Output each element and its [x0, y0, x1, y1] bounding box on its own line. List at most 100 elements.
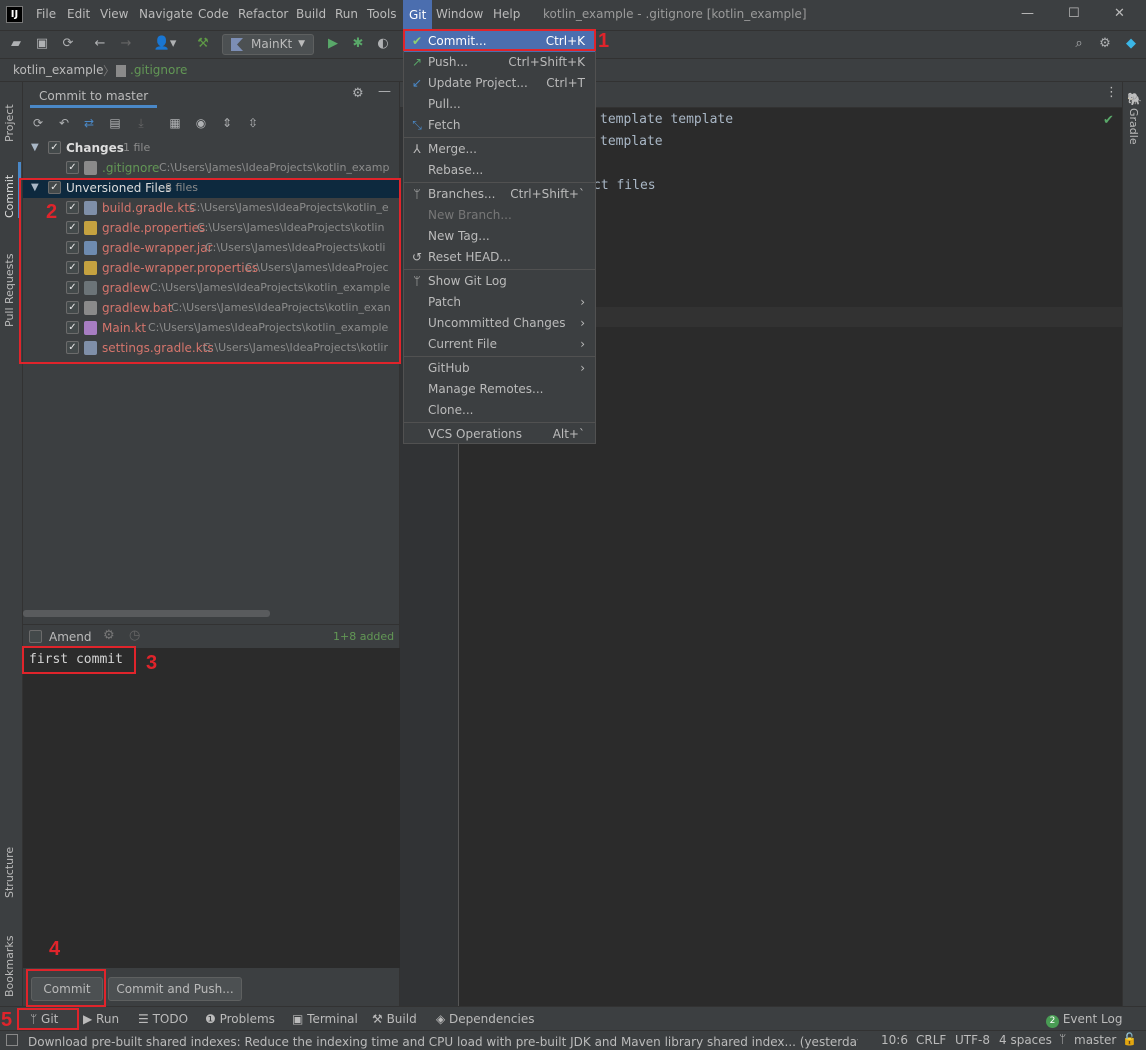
toggle-tool-windows-icon[interactable] — [6, 1034, 18, 1046]
clock-icon[interactable]: ◷ — [129, 628, 140, 643]
menu-item-uncommitted-changes[interactable]: Uncommitted Changes › — [404, 313, 595, 334]
menu-item-reset-head[interactable]: ↺ Reset HEAD... — [404, 247, 595, 268]
file-checkbox[interactable]: ✓ — [66, 161, 79, 174]
indent-setting[interactable]: 4 spaces — [999, 1033, 1052, 1047]
tab-gradle[interactable]: Gradle — [1127, 108, 1140, 145]
collapse-all-icon[interactable]: ⇳ — [244, 114, 262, 132]
caret-position[interactable]: 10:6 — [881, 1033, 908, 1047]
coverage-icon[interactable]: ◐ — [374, 35, 392, 53]
gear-icon[interactable]: ⚙ — [1096, 35, 1114, 53]
menu-item-clone[interactable]: Clone... — [404, 400, 595, 421]
tab-bookmarks[interactable]: Bookmarks — [3, 917, 21, 997]
tab-project[interactable]: Project — [3, 90, 21, 142]
gear-icon[interactable]: ⚙ — [103, 628, 115, 643]
hide-panel-icon[interactable]: — — [378, 84, 391, 99]
line-separator[interactable]: CRLF — [916, 1033, 946, 1047]
run-icon[interactable]: ▶ — [324, 35, 342, 53]
menu-item-new-tag[interactable]: New Tag... — [404, 226, 595, 247]
close-icon[interactable]: ✕ — [1114, 6, 1125, 21]
push-arrow-icon: ↗ — [411, 55, 423, 69]
menu-navigate[interactable]: Navigate — [139, 7, 193, 21]
commit-and-push-button[interactable]: Commit and Push... — [108, 977, 242, 1001]
open-folder-icon[interactable]: ▰ — [7, 35, 25, 53]
jetbrains-toolbox-icon[interactable]: ◆ — [1122, 35, 1140, 53]
changes-group[interactable]: ▼ ✓ Changes 1 file — [23, 138, 400, 158]
expand-all-icon[interactable]: ⇕ — [218, 114, 236, 132]
tool-run[interactable]: ▶ Run — [83, 1012, 119, 1026]
tab-structure[interactable]: Structure — [3, 832, 21, 898]
shelve-icon[interactable]: ▤ — [106, 114, 124, 132]
menu-item-update-project[interactable]: ↙ Update Project... Ctrl+T — [404, 73, 595, 94]
gear-icon[interactable]: ⚙ — [352, 86, 364, 101]
minimize-icon[interactable]: — — [1021, 6, 1034, 21]
changes-checkbox[interactable]: ✓ — [48, 141, 61, 154]
menu-view[interactable]: View — [100, 7, 128, 21]
group-by-icon[interactable]: ▦ — [166, 114, 184, 132]
file-encoding[interactable]: UTF-8 — [955, 1033, 990, 1047]
unshelve-icon[interactable]: ⤓ — [132, 114, 150, 132]
no-problems-check-icon[interactable]: ✔ — [1103, 113, 1114, 128]
list-item[interactable]: ✓ .gitignore C:\Users\James\IdeaProjects… — [23, 158, 400, 178]
branch-icon: ᛘ — [413, 187, 421, 201]
git-branch[interactable]: master — [1074, 1033, 1116, 1047]
search-icon[interactable]: ⌕ — [1070, 35, 1088, 53]
breadcrumb-file[interactable]: .gitignore — [130, 63, 187, 77]
status-message[interactable]: Download pre-built shared indexes: Reduc… — [28, 1033, 858, 1050]
menu-item-rebase[interactable]: Rebase... — [404, 160, 595, 181]
user-dropdown-icon[interactable]: 👤▾ — [152, 35, 178, 53]
menu-edit[interactable]: Edit — [67, 7, 90, 21]
commit-message-editor[interactable]: first commit — [23, 648, 400, 968]
menu-build[interactable]: Build — [296, 7, 326, 21]
menu-item-branches[interactable]: ᛘ Branches... Ctrl+Shift+` — [404, 184, 595, 205]
tool-todo[interactable]: ☰ TODO — [138, 1012, 188, 1026]
menu-separator — [404, 137, 595, 138]
menu-item-push[interactable]: ↗ Push... Ctrl+Shift+K — [404, 52, 595, 73]
commit-to-master-tab[interactable]: Commit to master — [30, 85, 158, 108]
menu-item-patch[interactable]: Patch › — [404, 292, 595, 313]
menu-tools[interactable]: Tools — [367, 7, 397, 21]
maximize-icon[interactable]: ☐ — [1068, 6, 1080, 21]
menu-item-pull[interactable]: Pull... — [404, 94, 595, 115]
tool-build[interactable]: ⚒ Build — [372, 1012, 417, 1026]
tool-dependencies[interactable]: ◈ Dependencies — [436, 1012, 534, 1026]
menu-code[interactable]: Code — [198, 7, 229, 21]
menu-file[interactable]: File — [36, 7, 56, 21]
menu-separator — [404, 182, 595, 183]
menu-item-fetch[interactable]: ⤡ Fetch — [404, 115, 595, 136]
menu-item-manage-remotes[interactable]: Manage Remotes... — [404, 379, 595, 400]
menu-window[interactable]: Window — [436, 7, 483, 21]
chevron-down-icon[interactable]: ▼ — [31, 138, 39, 158]
sync-icon[interactable]: ⟳ — [59, 35, 77, 53]
menu-item-current-file[interactable]: Current File › — [404, 334, 595, 355]
run-configuration-select[interactable]: MainKt ▼ — [222, 34, 314, 55]
menu-git[interactable]: Git — [403, 0, 433, 30]
tool-terminal[interactable]: ▣ Terminal — [292, 1012, 358, 1026]
menu-refactor[interactable]: Refactor — [238, 7, 288, 21]
amend-checkbox[interactable] — [29, 630, 42, 643]
reset-icon: ↺ — [411, 250, 423, 264]
tool-problems[interactable]: ❶ Problems — [205, 1012, 275, 1026]
forward-arrow-icon[interactable]: → — [117, 35, 135, 53]
menu-item-vcs-operations[interactable]: VCS Operations Alt+` — [404, 424, 595, 445]
menu-item-show-git-log[interactable]: ᛘ Show Git Log — [404, 271, 595, 292]
menu-help[interactable]: Help — [493, 7, 520, 21]
menu-item-github[interactable]: GitHub › — [404, 358, 595, 379]
show-diff-icon[interactable]: ⇄ — [80, 114, 98, 132]
back-arrow-icon[interactable]: ← — [91, 35, 109, 53]
horizontal-scrollbar[interactable] — [23, 610, 270, 617]
menu-item-merge[interactable]: ⅄ Merge... — [404, 139, 595, 160]
eye-icon[interactable]: ◉ — [192, 114, 210, 132]
debug-icon[interactable]: ✱ — [349, 35, 367, 53]
breadcrumb-project[interactable]: kotlin_example — [13, 63, 104, 77]
rollback-icon[interactable]: ↶ — [55, 114, 73, 132]
menu-run[interactable]: Run — [335, 7, 358, 21]
save-icon[interactable]: ▣ — [33, 35, 51, 53]
menu-item-new-branch[interactable]: New Branch... — [404, 205, 595, 226]
refresh-icon[interactable]: ⟳ — [29, 114, 47, 132]
tool-event-log[interactable]: 2 Event Log — [1046, 1012, 1122, 1028]
more-options-icon[interactable]: ⋮ — [1105, 85, 1118, 100]
build-hammer-icon[interactable]: ⚒ — [194, 35, 212, 53]
run-config-label: MainKt — [251, 37, 293, 51]
lock-icon[interactable]: 🔓 — [1122, 1032, 1137, 1046]
update-arrow-icon: ↙ — [411, 76, 423, 90]
